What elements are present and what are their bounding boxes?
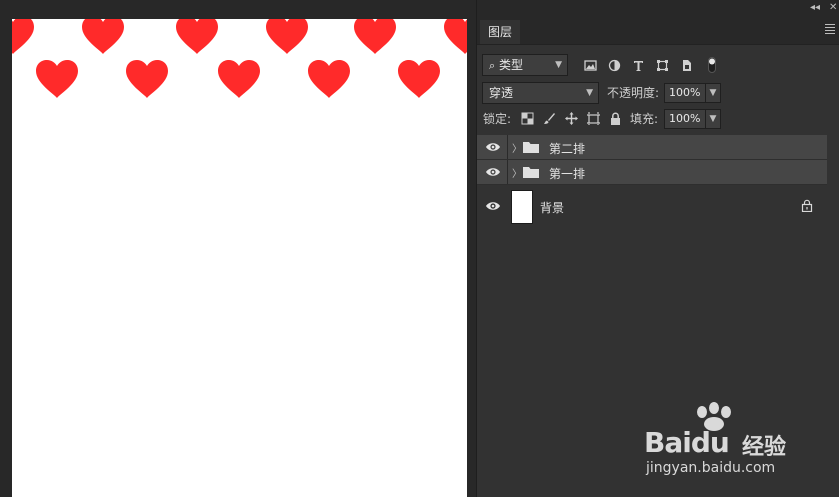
layer-row-background[interactable]: 背景 [477, 186, 827, 226]
lock-image-pixels-icon[interactable] [542, 111, 557, 126]
blend-mode-value: 穿透 [489, 86, 514, 100]
heart-shape [124, 59, 170, 99]
heart-shape [264, 19, 310, 55]
watermark-jingyan: 经验 [742, 435, 787, 460]
fill-label: 填充: [630, 112, 659, 126]
type-filter-icon[interactable] [630, 54, 646, 76]
blend-row: 穿透 ▼ 不透明度: 100% ▼ [477, 82, 839, 104]
folder-icon [523, 166, 539, 178]
lock-label: 锁定: [483, 112, 512, 126]
eye-icon[interactable] [485, 165, 501, 179]
opacity-slider-dropdown[interactable]: ▼ [705, 83, 721, 103]
layer-name: 背景 [540, 201, 565, 215]
hamburger-menu-icon[interactable] [825, 24, 835, 36]
fill-input[interactable]: 100% [664, 109, 708, 129]
eye-icon[interactable] [485, 140, 501, 154]
panel-tab-bar: 图层 [477, 18, 839, 45]
watermark-logo-du: du [690, 426, 730, 459]
heart-shape [352, 19, 398, 55]
heart-shape [306, 59, 352, 99]
chevron-down-icon: ▼ [555, 60, 562, 70]
lock-position-icon[interactable] [564, 111, 579, 126]
blend-mode-select[interactable]: 穿透 ▼ [482, 82, 599, 104]
watermark-logo-bai: Bai [644, 426, 692, 459]
heart-shape [216, 59, 262, 99]
lock-row: 锁定: 填充: 100% ▼ [477, 108, 839, 130]
expand-group-icon[interactable]: 〉 [512, 140, 522, 155]
watermark-logo: Baidu [644, 426, 730, 459]
heart-shape [174, 19, 220, 55]
heart-shape [396, 59, 442, 99]
opacity-input[interactable]: 100% [664, 83, 708, 103]
panel-top-bar: ◂◂ ✕ [477, 0, 839, 18]
close-icon[interactable]: ✕ [829, 2, 837, 13]
layer-name: 第一排 [549, 167, 586, 181]
canvas-area [0, 0, 476, 497]
layer-divider [507, 160, 508, 184]
tab-layers[interactable]: 图层 [480, 20, 520, 44]
layer-kind-filter-select[interactable]: ⌕ 类型 ▼ [482, 54, 568, 76]
lock-artboard-icon[interactable] [586, 111, 601, 126]
lock-all-icon[interactable] [608, 111, 623, 126]
layer-thumbnail [511, 190, 533, 224]
double-chevron-left-icon[interactable]: ◂◂ [810, 2, 820, 13]
layer-name: 第二排 [549, 142, 586, 156]
heart-shape [12, 19, 36, 55]
lock-transparent-pixels-icon[interactable] [520, 111, 535, 126]
adjustment-filter-icon[interactable] [606, 54, 622, 76]
heart-shape [34, 59, 80, 99]
opacity-label: 不透明度: [607, 86, 660, 100]
eye-icon[interactable] [485, 199, 501, 213]
shape-filter-icon[interactable] [654, 54, 670, 76]
filter-row: ⌕ 类型 ▼ [477, 54, 839, 78]
lock-icon[interactable] [801, 199, 813, 213]
document-canvas[interactable] [12, 19, 467, 497]
filter-toggle-icon[interactable] [706, 54, 718, 76]
heart-shape [442, 19, 467, 55]
baidu-jingyan-watermark: Baidu 经验 jingyan.baidu.com [640, 402, 830, 484]
layer-row-group-1[interactable]: 〉 第一排 [477, 160, 827, 185]
fill-slider-dropdown[interactable]: ▼ [705, 109, 721, 129]
smart-object-filter-icon[interactable] [678, 54, 694, 76]
layer-divider [507, 135, 508, 159]
watermark-url: jingyan.baidu.com [646, 460, 776, 476]
chevron-down-icon: ▼ [586, 88, 593, 98]
search-icon: ⌕ [489, 59, 496, 72]
kind-filter-label: 类型 [499, 58, 524, 72]
image-filter-icon[interactable] [582, 54, 598, 76]
folder-icon [523, 141, 539, 153]
expand-group-icon[interactable]: 〉 [512, 165, 522, 180]
heart-shape [80, 19, 126, 55]
layer-row-group-2[interactable]: 〉 第二排 [477, 135, 827, 160]
